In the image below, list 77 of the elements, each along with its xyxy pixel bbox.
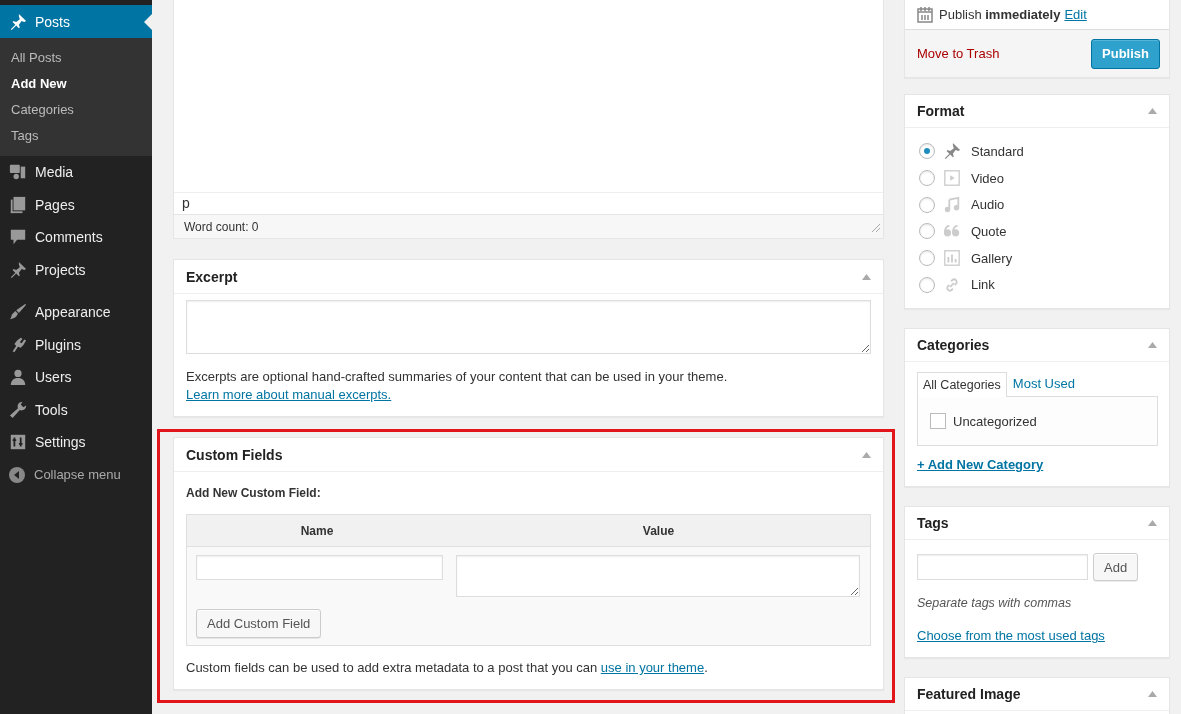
media-icon (9, 163, 27, 182)
video-icon (943, 169, 961, 188)
excerpt-help-text: Excerpts are optional hand-crafted summaries of your content that can be used in your theme. Learn more about manual excerpts. (186, 368, 729, 404)
radio-button[interactable] (919, 143, 935, 160)
box-title: Tags (917, 515, 949, 532)
calendar-icon (917, 6, 933, 23)
value-field[interactable] (456, 555, 860, 597)
learn-more-link[interactable]: Learn more about manual excerpts. (186, 387, 392, 402)
format-label: Quote (971, 223, 1007, 239)
name-field[interactable] (196, 555, 443, 580)
edit-link[interactable]: Edit (1064, 7, 1087, 22)
sidebar-menu-item[interactable]: Pages (0, 188, 152, 221)
box-title: Excerpt (186, 268, 238, 285)
radio-button[interactable] (919, 223, 935, 240)
wrench-icon (9, 400, 27, 419)
custom-fields-help-text: Custom fields can be used to add extra metadata to a post that you can use in your theme. (186, 659, 709, 677)
format-label: Link (971, 277, 995, 293)
format-label: Audio (971, 197, 1005, 213)
submenu-item[interactable]: Add New (0, 71, 67, 97)
sidebar-menu-item[interactable]: Tools (0, 393, 152, 426)
sidebar-menu-item[interactable]: Projects (0, 253, 152, 286)
music-note-icon (943, 195, 961, 214)
add-new-category-link[interactable]: + Add New Category (917, 457, 1044, 473)
box-title: Featured Image (917, 686, 1021, 703)
sliders-icon (9, 433, 27, 452)
sidebar-menu-item[interactable]: Appearance (0, 296, 152, 329)
sidebar-menu-item[interactable]: Comments (0, 221, 152, 254)
link-icon (943, 275, 961, 294)
collapse-menu-button[interactable]: Collapse menu (0, 458, 121, 491)
column-header: Value (642, 523, 675, 538)
sidebar-menu-item[interactable]: Posts (0, 5, 152, 38)
collapse-icon (9, 466, 25, 483)
brush-icon (9, 303, 27, 322)
sidebar-menu-item[interactable]: Settings (0, 426, 152, 459)
sidebar-menu-item[interactable]: Plugins (0, 328, 152, 361)
category-tab[interactable]: All Categories (917, 372, 1007, 398)
gallery-icon (943, 249, 961, 268)
radio-button[interactable] (919, 196, 935, 213)
category-label: Uncategorized (953, 413, 1037, 429)
submenu-item[interactable]: Categories (0, 97, 74, 123)
pin-icon (9, 260, 27, 279)
collapse-arrow-icon[interactable] (1148, 108, 1157, 114)
add-custom-field-button[interactable]: Add Custom Field (196, 609, 322, 638)
collapse-arrow-icon[interactable] (1148, 520, 1157, 527)
choose-tags-link[interactable]: Choose from the most used tags (917, 628, 1105, 644)
category-tab[interactable]: Most Used (1006, 371, 1081, 397)
sidebar-menu-item[interactable]: Media (0, 156, 152, 189)
format-label: Video (971, 170, 1004, 186)
box-title: Categories (917, 337, 990, 354)
collapse-arrow-icon[interactable] (862, 273, 871, 280)
submenu-item[interactable]: All Posts (0, 45, 62, 71)
column-header: Name (300, 523, 334, 538)
checkbox[interactable] (930, 413, 946, 430)
box-title: Format (917, 103, 965, 119)
collapse-arrow-icon[interactable] (862, 451, 871, 458)
radio-button[interactable] (919, 170, 935, 187)
box-title: Custom Fields (186, 446, 283, 463)
sidebar-menu-item[interactable]: Users (0, 361, 152, 394)
word-count: Word count: 0 (184, 219, 259, 234)
tags-hint: Separate tags with commas (917, 595, 1073, 613)
add-tag-button[interactable]: Add (1093, 553, 1139, 582)
user-icon (9, 368, 27, 387)
tag-field[interactable] (917, 554, 1088, 581)
move-to-trash-link[interactable]: Move to Trash (917, 46, 1000, 61)
add-custom-field-label: Add New Custom Field: (186, 486, 322, 500)
pin-icon (943, 142, 961, 161)
excerpt-field[interactable] (186, 300, 871, 354)
collapse-arrow-icon[interactable] (1148, 691, 1157, 698)
pages-icon (9, 195, 27, 214)
collapse-arrow-icon[interactable] (1148, 342, 1157, 349)
radio-button[interactable] (919, 276, 935, 293)
publish-schedule: Publish immediately (939, 7, 1061, 22)
submenu-item[interactable]: Tags (0, 123, 39, 149)
pin-icon (9, 12, 27, 31)
format-label: Gallery (971, 250, 1013, 266)
radio-button[interactable] (919, 250, 935, 267)
format-label: Standard (971, 143, 1024, 159)
